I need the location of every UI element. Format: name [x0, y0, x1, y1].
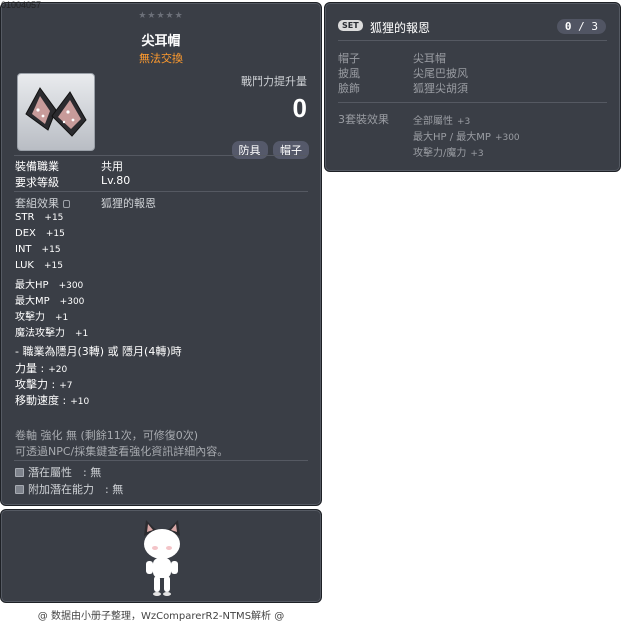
- cat-ear-hat-icon: [25, 87, 87, 137]
- conditional-stat: 攻擊力 : +7: [15, 378, 73, 391]
- bonus-potential-row: 附加潛在能力 : 無: [15, 481, 123, 497]
- stat-row: 魔法攻擊力 +1: [15, 328, 89, 339]
- set-count: 0 / 3: [556, 19, 606, 34]
- set-effect-line: 攻擊力/魔力 +3: [413, 148, 484, 159]
- divider: [338, 40, 607, 41]
- set-info-panel: SET 狐狸的報恩 0 / 3 帽子 尖耳帽 披風 尖尾巴披风 臉飾 狐狸尖胡須 3套…: [324, 2, 621, 172]
- divider: [14, 155, 308, 156]
- job-value: 共用: [101, 160, 123, 173]
- conditional-stat: 移動速度 : +10: [15, 394, 90, 407]
- power-increase-label: 戰鬥力提升量: [241, 75, 307, 88]
- divider: [14, 191, 308, 192]
- divider: [338, 102, 607, 103]
- stat-row: 攻擊力 +1: [15, 312, 69, 323]
- trade-status: 無法交換: [139, 52, 183, 65]
- footer-credit: @ 数据由小册子整理，WzComparerR2-NTMS解析 @: [37, 611, 285, 622]
- set-effect-row: 套組效果 狐狸的報恩: [15, 195, 156, 211]
- set-item-row: 臉飾 狐狸尖胡須: [338, 82, 468, 95]
- conditional-stat: 力量 : +20: [15, 362, 68, 375]
- npc-info: 可透過NPC/採集鍵查看強化資訊詳細內容。: [15, 445, 229, 458]
- tag-armor: 防具: [231, 141, 268, 159]
- stat-row: DEX +15: [15, 228, 65, 239]
- job-row: 裝備職業 共用: [15, 158, 123, 174]
- stat-row: INT +15: [15, 244, 61, 255]
- potential-icon: [15, 468, 24, 477]
- job-condition: - 職業為隱月(3轉) 或 隱月(4轉)時: [15, 345, 182, 358]
- level-row: 要求等級 Lv.80: [15, 174, 130, 190]
- stat-row: STR +15: [15, 212, 64, 223]
- level-label: 要求等級: [15, 176, 59, 189]
- stat-row: 最大HP +300: [15, 280, 84, 291]
- set-effect-line: 全部屬性 +3: [413, 116, 471, 127]
- set-item-row: 披風 尖尾巴披风: [338, 67, 468, 80]
- set-effect-tier-label: 3套裝效果: [338, 113, 389, 126]
- item-tags: 防具 帽子: [230, 141, 309, 159]
- set-title: 狐狸的報恩: [370, 21, 431, 35]
- lock-icon: [63, 200, 70, 208]
- item-icon: [17, 73, 95, 151]
- tag-hat: 帽子: [273, 141, 309, 159]
- scroll-info: 卷軸 強化 無 (剩餘11次，可修復0次): [15, 429, 199, 442]
- set-badge: SET: [338, 20, 363, 31]
- item-tooltip: ★★★★★ 尖耳帽 無法交換 戰鬥力提升量 0 防具 帽子 裝備職業 共用 要求…: [0, 2, 322, 506]
- level-value: Lv.80: [101, 174, 131, 187]
- power-increase-value: 0: [292, 93, 307, 123]
- divider: [14, 460, 308, 461]
- stat-row: LUK +15: [15, 260, 63, 271]
- set-effect-line: 最大HP / 最大MP +300: [413, 132, 520, 143]
- bonus-potential-icon: [15, 485, 24, 494]
- set-item-row: 帽子 尖耳帽: [338, 52, 446, 65]
- character-avatar: [144, 520, 180, 596]
- character-preview-panel: [0, 509, 322, 603]
- potential-row: 潛在屬性 : 無: [15, 464, 101, 480]
- job-label: 裝備職業: [15, 160, 59, 173]
- item-id: 01004057: [1, 0, 42, 10]
- stat-row: 最大MP +300: [15, 296, 85, 307]
- set-effect-label: 套組效果: [15, 197, 59, 210]
- set-effect-value: 狐狸的報恩: [101, 197, 156, 210]
- item-name: 尖耳帽: [141, 34, 181, 49]
- star-force-stars: ★★★★★: [138, 11, 184, 21]
